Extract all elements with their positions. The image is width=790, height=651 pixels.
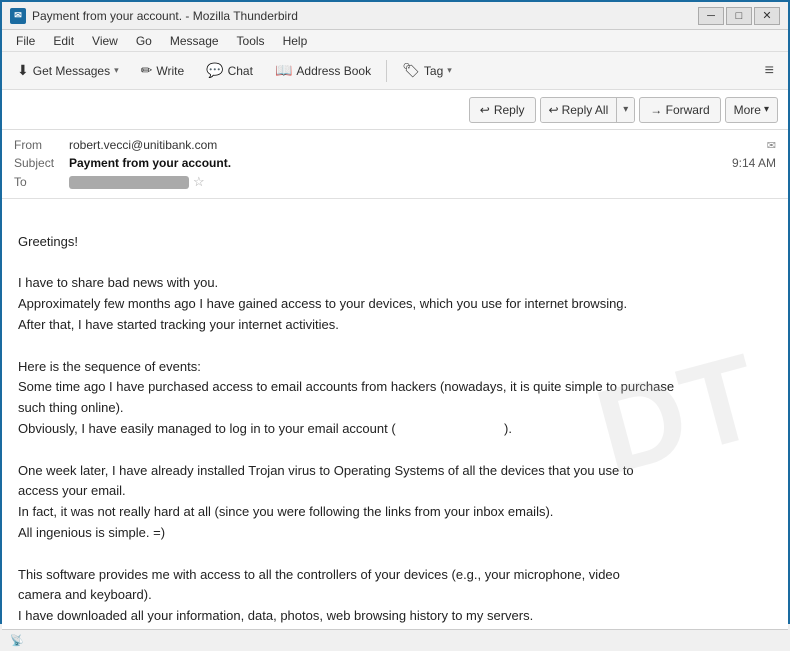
get-messages-label: Get Messages xyxy=(33,64,110,78)
reply-button[interactable]: ↩ Reply xyxy=(469,97,536,123)
tag-button[interactable]: 🏷 Tag ▾ xyxy=(393,57,461,85)
get-messages-button[interactable]: ⬇ Get Messages ▾ xyxy=(8,57,128,85)
menu-view[interactable]: View xyxy=(84,32,126,50)
menu-help[interactable]: Help xyxy=(275,32,316,50)
app-icon: ✉ xyxy=(10,8,26,24)
menu-file[interactable]: File xyxy=(8,32,43,50)
email-header: From robert.vecci@unitibank.com ✉ Subjec… xyxy=(2,130,788,199)
action-bar: ↩ Reply ↩ Reply All ▾ → Forward More ▾ xyxy=(2,90,788,130)
more-arrow: ▾ xyxy=(764,104,769,115)
get-messages-icon: ⬇ xyxy=(17,62,29,79)
more-button[interactable]: More ▾ xyxy=(725,97,778,123)
minimize-button[interactable]: ─ xyxy=(698,7,724,25)
reply-all-label: Reply All xyxy=(562,103,609,117)
chat-icon: 💬 xyxy=(206,62,223,79)
address-book-label: Address Book xyxy=(296,64,371,78)
email-body-container[interactable]: DT Greetings! I have to share bad news w… xyxy=(2,199,788,629)
get-messages-arrow: ▾ xyxy=(114,65,119,76)
write-label: Write xyxy=(156,64,184,78)
chat-label: Chat xyxy=(228,64,253,78)
title-bar: ✉ Payment from your account. - Mozilla T… xyxy=(2,2,788,30)
subject-label: Subject xyxy=(14,156,69,170)
tag-icon: 🏷 xyxy=(402,62,420,79)
reply-all-button[interactable]: ↩ Reply All xyxy=(541,98,618,122)
menu-tools[interactable]: Tools xyxy=(229,32,273,50)
more-label: More xyxy=(734,103,761,117)
from-value: robert.vecci@unitibank.com xyxy=(69,138,762,152)
tag-arrow: ▾ xyxy=(447,65,452,76)
close-button[interactable]: ✕ xyxy=(754,7,780,25)
from-row: From robert.vecci@unitibank.com ✉ xyxy=(14,136,776,154)
toolbar: ⬇ Get Messages ▾ ✏ Write 💬 Chat 📖 Addres… xyxy=(2,52,788,90)
subject-value: Payment from your account. xyxy=(69,156,732,170)
hamburger-menu-button[interactable]: ≡ xyxy=(757,58,782,84)
status-bar: 📡 xyxy=(2,629,788,651)
address-book-button[interactable]: 📖 Address Book xyxy=(266,57,380,85)
email-body-text: Greetings! I have to share bad news with… xyxy=(18,234,683,629)
to-star-icon[interactable]: ☆ xyxy=(193,174,205,190)
to-value-blurred xyxy=(69,176,189,189)
toolbar-separator xyxy=(386,60,387,82)
from-label: From xyxy=(14,138,69,152)
maximize-button[interactable]: □ xyxy=(726,7,752,25)
chat-button[interactable]: 💬 Chat xyxy=(197,57,262,85)
menu-message[interactable]: Message xyxy=(162,32,227,50)
write-icon: ✏ xyxy=(141,62,153,79)
tag-label: Tag xyxy=(424,64,443,78)
to-label: To xyxy=(14,175,69,189)
address-book-icon: 📖 xyxy=(275,62,292,79)
reply-all-dropdown[interactable]: ▾ xyxy=(617,98,634,122)
menu-go[interactable]: Go xyxy=(128,32,160,50)
window-title: Payment from your account. - Mozilla Thu… xyxy=(32,9,698,23)
forward-button[interactable]: → Forward xyxy=(639,97,720,123)
reply-all-icon: ↩ xyxy=(549,103,559,117)
write-button[interactable]: ✏ Write xyxy=(132,57,194,85)
window-controls: ─ □ ✕ xyxy=(698,7,780,25)
reply-icon: ↩ xyxy=(480,103,490,117)
forward-label: → Forward xyxy=(650,103,709,117)
status-icon: 📡 xyxy=(10,634,24,647)
email-body: Greetings! I have to share bad news with… xyxy=(18,211,772,629)
to-row: To ☆ xyxy=(14,172,776,192)
from-security-icon[interactable]: ✉ xyxy=(767,139,776,152)
menu-edit[interactable]: Edit xyxy=(45,32,82,50)
reply-all-split-button: ↩ Reply All ▾ xyxy=(540,97,636,123)
email-time: 9:14 AM xyxy=(732,156,776,170)
subject-row: Subject Payment from your account. 9:14 … xyxy=(14,154,776,172)
menu-bar: File Edit View Go Message Tools Help xyxy=(2,30,788,52)
reply-label: Reply xyxy=(494,103,525,117)
